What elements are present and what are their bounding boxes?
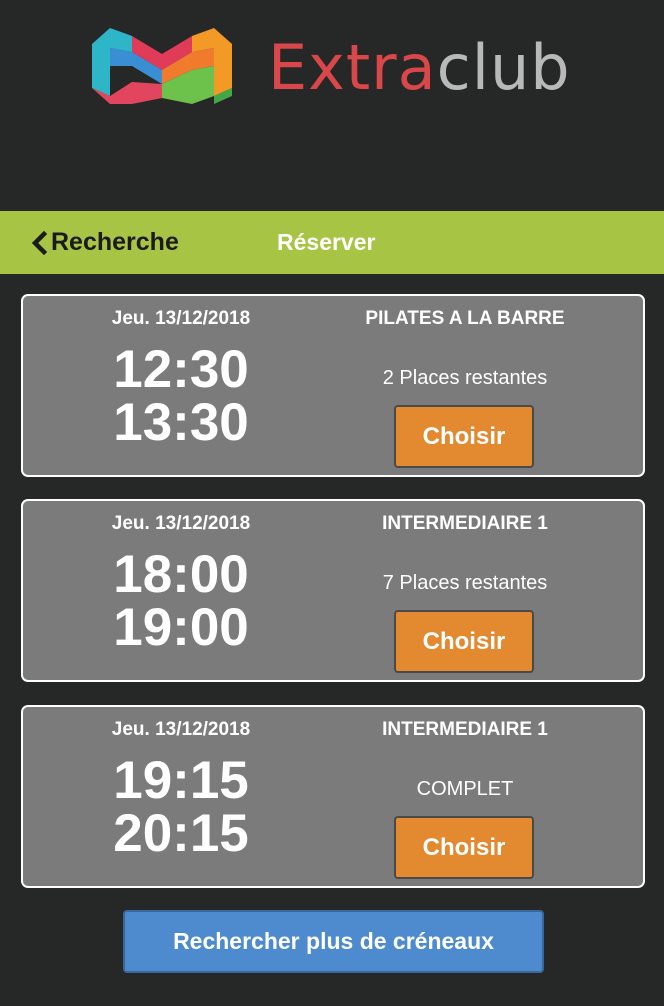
slot-availability: COMPLET [416,778,514,800]
slot-availability: 7 Places restantes [382,572,548,594]
logo-text: Extraclub [268,26,571,110]
slot-start-time: 18:00 [113,545,249,604]
slot-start-time: 12:30 [113,340,249,399]
slot-course-name: INTERMEDIAIRE 1 [382,513,548,534]
logo-text-extra: Extra [268,31,437,104]
search-more-slots-button[interactable]: Rechercher plus de créneaux [123,910,544,973]
slot-end-time: 13:30 [113,393,249,452]
slot-card: Jeu. 13/12/2018 12:30 13:30 PILATES A LA… [21,294,645,477]
slot-end-time: 20:15 [113,804,249,863]
navigation-bar: Recherche Réserver [0,211,664,274]
slot-end-time: 19:00 [113,598,249,657]
extraclub-logo-icon [92,28,232,104]
slot-date: Jeu. 13/12/2018 [111,513,251,534]
chevron-left-icon [31,230,48,255]
logo-text-club: club [436,31,571,104]
choose-button[interactable]: Choisir [394,610,534,673]
choose-button[interactable]: Choisir [394,405,534,468]
choose-button[interactable]: Choisir [394,816,534,879]
slot-course-name: INTERMEDIAIRE 1 [382,719,548,740]
slot-date: Jeu. 13/12/2018 [111,719,251,740]
slot-availability: 2 Places restantes [382,367,548,389]
slot-date: Jeu. 13/12/2018 [111,308,251,329]
slot-start-time: 19:15 [113,751,249,810]
page-title: Réserver [277,229,376,255]
slot-course-name: PILATES A LA BARRE [365,308,565,329]
back-button[interactable]: Recherche [30,211,179,274]
slot-card: Jeu. 13/12/2018 19:15 20:15 INTERMEDIAIR… [21,705,645,888]
app-header: Extraclub [0,0,664,211]
slot-card: Jeu. 13/12/2018 18:00 19:00 INTERMEDIAIR… [21,499,645,682]
back-button-label: Recherche [51,228,179,256]
